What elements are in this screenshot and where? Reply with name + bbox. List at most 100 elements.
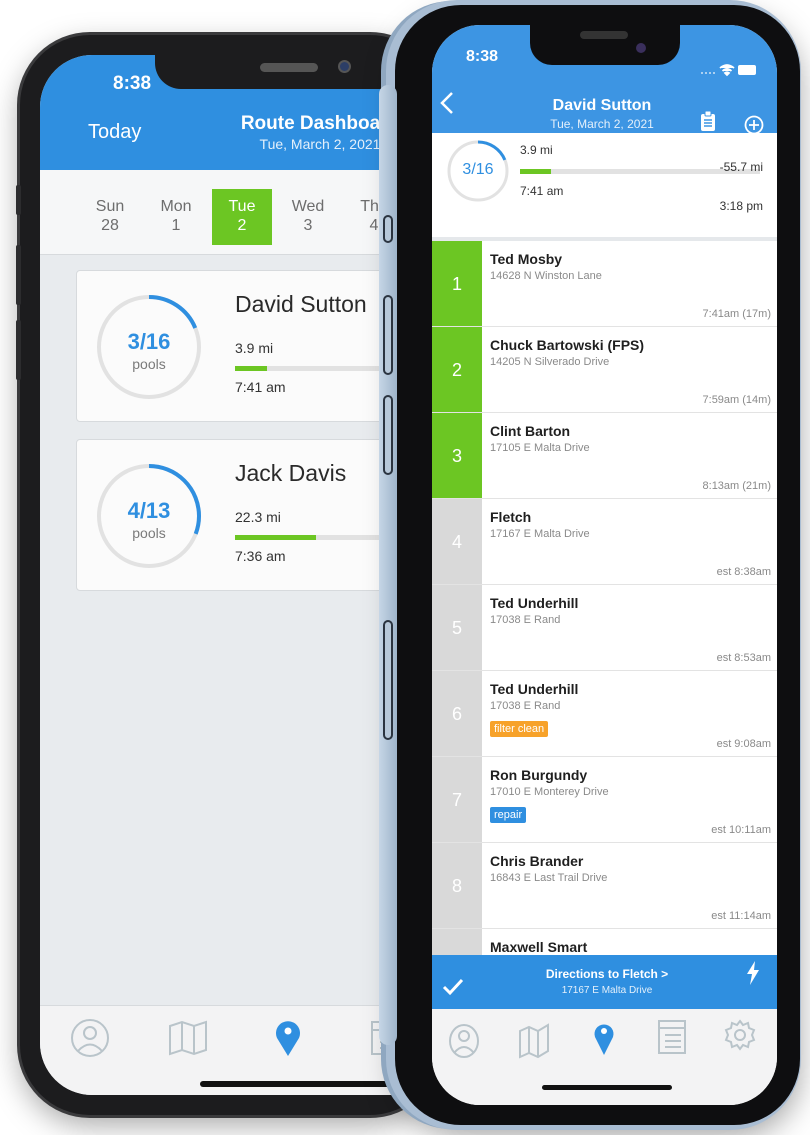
location-pin-icon[interactable] <box>586 1019 622 1059</box>
left-phone-frame: 8:38 Today Route Dashboard Tue, March 2,… <box>16 35 440 1115</box>
service-tag: filter clean <box>490 721 549 737</box>
phone-side-rail <box>379 85 397 1045</box>
volume-down-button <box>383 395 393 475</box>
day-date: 3 <box>303 217 313 234</box>
stop-row[interactable]: 4 Fletch 17167 E Malta Drive est 8:38am <box>432 499 777 585</box>
back-chevron-icon[interactable] <box>438 91 458 115</box>
start-time: 7:41 am <box>520 184 564 198</box>
stop-number: 7 <box>432 757 482 842</box>
day-label: Mon <box>160 198 192 215</box>
day-date: 1 <box>171 217 181 234</box>
day-date: 28 <box>101 217 119 234</box>
end-time: 3:18 pm <box>719 199 763 213</box>
speaker <box>260 63 318 72</box>
today-button[interactable]: Today <box>88 121 141 144</box>
day-tue-selected[interactable]: Tue 2 <box>212 189 272 245</box>
directions-link[interactable]: Directions to Fletch > <box>492 967 722 981</box>
gear-icon[interactable] <box>722 1019 758 1059</box>
day-date: 2 <box>237 217 247 234</box>
progress-count: 3/16 <box>127 329 171 354</box>
start-time: 7:41 am <box>235 379 286 395</box>
volume-up-button <box>16 245 21 305</box>
stop-list: 1 Ted Mosby 14628 N Winston Lane 7:41am (17… <box>432 241 777 1015</box>
stop-number: 4 <box>432 499 482 584</box>
location-pin-icon[interactable] <box>266 1018 310 1058</box>
battery-icon <box>738 65 756 75</box>
add-circle-icon[interactable] <box>744 115 764 135</box>
wifi-icon <box>719 64 735 77</box>
day-sun[interactable]: Sun 28 <box>80 189 140 245</box>
lightning-icon[interactable] <box>746 961 760 985</box>
stop-time: est 10:11am <box>711 824 771 836</box>
progress-count: 4/13 <box>127 498 171 523</box>
customer-name: Maxwell Smart <box>490 939 588 955</box>
day-mon[interactable]: Mon 1 <box>146 189 206 245</box>
customer-name: Chuck Bartowski (FPS) <box>490 337 645 353</box>
customer-name: Ted Underhill <box>490 681 579 697</box>
page-subtitle: Tue, March 2, 2021 <box>550 117 654 131</box>
distance-driven: 3.9 mi <box>520 143 553 157</box>
customer-address: 17038 E Rand <box>490 700 561 712</box>
day-label: Sun <box>95 198 125 215</box>
route-header: 8:38 David Sutton Tue, March 2, 2021 <box>432 25 777 135</box>
person-icon[interactable] <box>446 1019 482 1059</box>
start-time: 7:36 am <box>235 548 286 564</box>
checkmark-icon[interactable] <box>442 977 464 997</box>
customer-name: Ted Underhill <box>490 595 579 611</box>
customer-address: 14628 N Winston Lane <box>490 270 602 282</box>
tech-name: Jack Davis <box>235 460 347 486</box>
status-time: 8:38 <box>466 48 499 65</box>
stop-number: 6 <box>432 671 482 756</box>
day-wed[interactable]: Wed 3 <box>278 189 338 245</box>
progress-unit: pools <box>132 525 166 541</box>
stop-time: est 8:38am <box>716 566 771 578</box>
right-phone-frame: 8:38 David Sutton Tue, March 2, 2021 3/1… <box>379 5 800 1125</box>
map-icon[interactable] <box>166 1018 210 1058</box>
stop-row[interactable]: 6 Ted Underhill 17038 E Rand filter clean es… <box>432 671 777 757</box>
stop-row[interactable]: 8 Chris Brander 16843 E Last Trail Drive es… <box>432 843 777 929</box>
day-label: Tue <box>228 198 256 215</box>
customer-address: 17038 E Rand <box>490 614 561 626</box>
camera <box>338 60 351 73</box>
list-icon[interactable] <box>654 1019 690 1059</box>
customer-name: Clint Barton <box>490 423 571 439</box>
notch <box>530 25 680 65</box>
stop-time: est 9:08am <box>716 738 771 750</box>
speaker <box>580 31 628 39</box>
directions-bar[interactable]: Directions to Fletch > 17167 E Malta Dri… <box>432 955 777 1009</box>
stop-row[interactable]: 5 Ted Underhill 17038 E Rand est 8:53am <box>432 585 777 671</box>
stop-time: 8:13am (21m) <box>702 480 771 492</box>
customer-name: Fletch <box>490 509 532 525</box>
customer-name: Ted Mosby <box>490 251 563 267</box>
status-time: 8:38 <box>113 73 152 94</box>
customer-name: Chris Brander <box>490 853 584 869</box>
customer-address: 17010 E Monterey Drive <box>490 786 609 798</box>
stop-time: 7:41am (17m) <box>702 308 771 320</box>
clipboard-icon[interactable] <box>700 111 716 131</box>
sim-tray <box>383 620 393 740</box>
tab-bar <box>432 1009 777 1105</box>
map-icon[interactable] <box>516 1019 552 1059</box>
stop-row[interactable]: 3 Clint Barton 17105 E Malta Drive 8:13am (… <box>432 413 777 499</box>
stop-row[interactable]: 1 Ted Mosby 14628 N Winston Lane 7:41am (17… <box>432 241 777 327</box>
distance: 3.9 mi <box>235 340 274 356</box>
tech-name: David Sutton <box>235 291 367 317</box>
person-icon[interactable] <box>68 1018 112 1058</box>
home-indicator <box>542 1085 672 1090</box>
page-title: David Sutton <box>552 97 652 114</box>
distance-bar-fill <box>520 169 552 174</box>
notch <box>155 55 415 89</box>
distance-remaining: -55.7 mi <box>719 160 763 174</box>
stop-number: 5 <box>432 585 482 670</box>
mute-switch <box>16 185 21 215</box>
stop-time: est 11:14am <box>711 910 771 922</box>
stop-time: 7:59am (14m) <box>702 394 771 406</box>
stop-number: 2 <box>432 327 482 412</box>
route-summary: 3/16 3.9 mi 7:41 am -55.7 mi 3:18 pm <box>432 133 777 241</box>
stop-number: 3 <box>432 413 482 498</box>
customer-name: Ron Burgundy <box>490 767 588 783</box>
customer-address: 16843 E Last Trail Drive <box>490 872 608 884</box>
stop-row[interactable]: 2 Chuck Bartowski (FPS) 14205 N Silverado … <box>432 327 777 413</box>
stop-row[interactable]: 7 Ron Burgundy 17010 E Monterey Drive repai… <box>432 757 777 843</box>
customer-address: 17167 E Malta Drive <box>490 528 590 540</box>
